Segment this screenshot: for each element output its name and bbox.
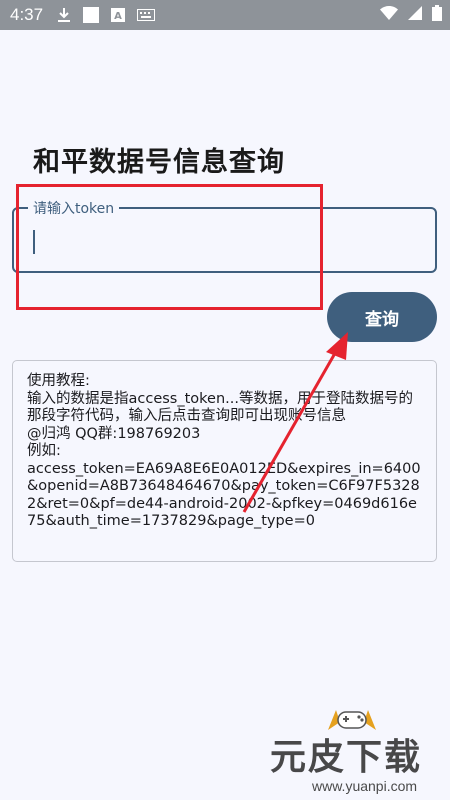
watermark-url: www.yuanpi.com [312,778,418,794]
a-badge-icon: A [111,8,126,22]
keyboard-icon [137,9,156,21]
svg-text:A: A [114,11,122,22]
tutorial-example-label: 例如: [27,443,61,459]
tutorial-example-token: access_token=EA69A8E6E0A012ED&expires_in… [27,460,421,530]
page-title: 和平数据号信息查询 [33,147,285,178]
download-icon [57,7,71,23]
tutorial-description: 输入的数据是指access_token...等数据，用于登陆数据号的那段字符代码… [27,390,413,425]
signal-icon [408,5,422,25]
battery-icon [432,4,442,26]
square-icon [83,7,100,23]
tutorial-heading: 使用教程: [27,373,90,389]
watermark: 元皮下载 www.yuanpi.com [260,700,450,800]
watermark-title: 元皮下载 [270,737,423,778]
token-input[interactable]: 请输入token [12,198,437,273]
text-caret [33,230,35,254]
status-time: 4:37 [10,5,44,24]
wifi-icon [380,5,398,25]
tutorial-card: 使用教程: 输入的数据是指access_token...等数据，用于登陆数据号的… [12,360,437,562]
tutorial-contact: @归鸿 QQ群:198769203 [27,425,201,442]
status-bar: 4:37 A [0,0,450,30]
token-input-label: 请输入token [28,198,120,218]
query-button[interactable]: 查询 [327,292,437,342]
